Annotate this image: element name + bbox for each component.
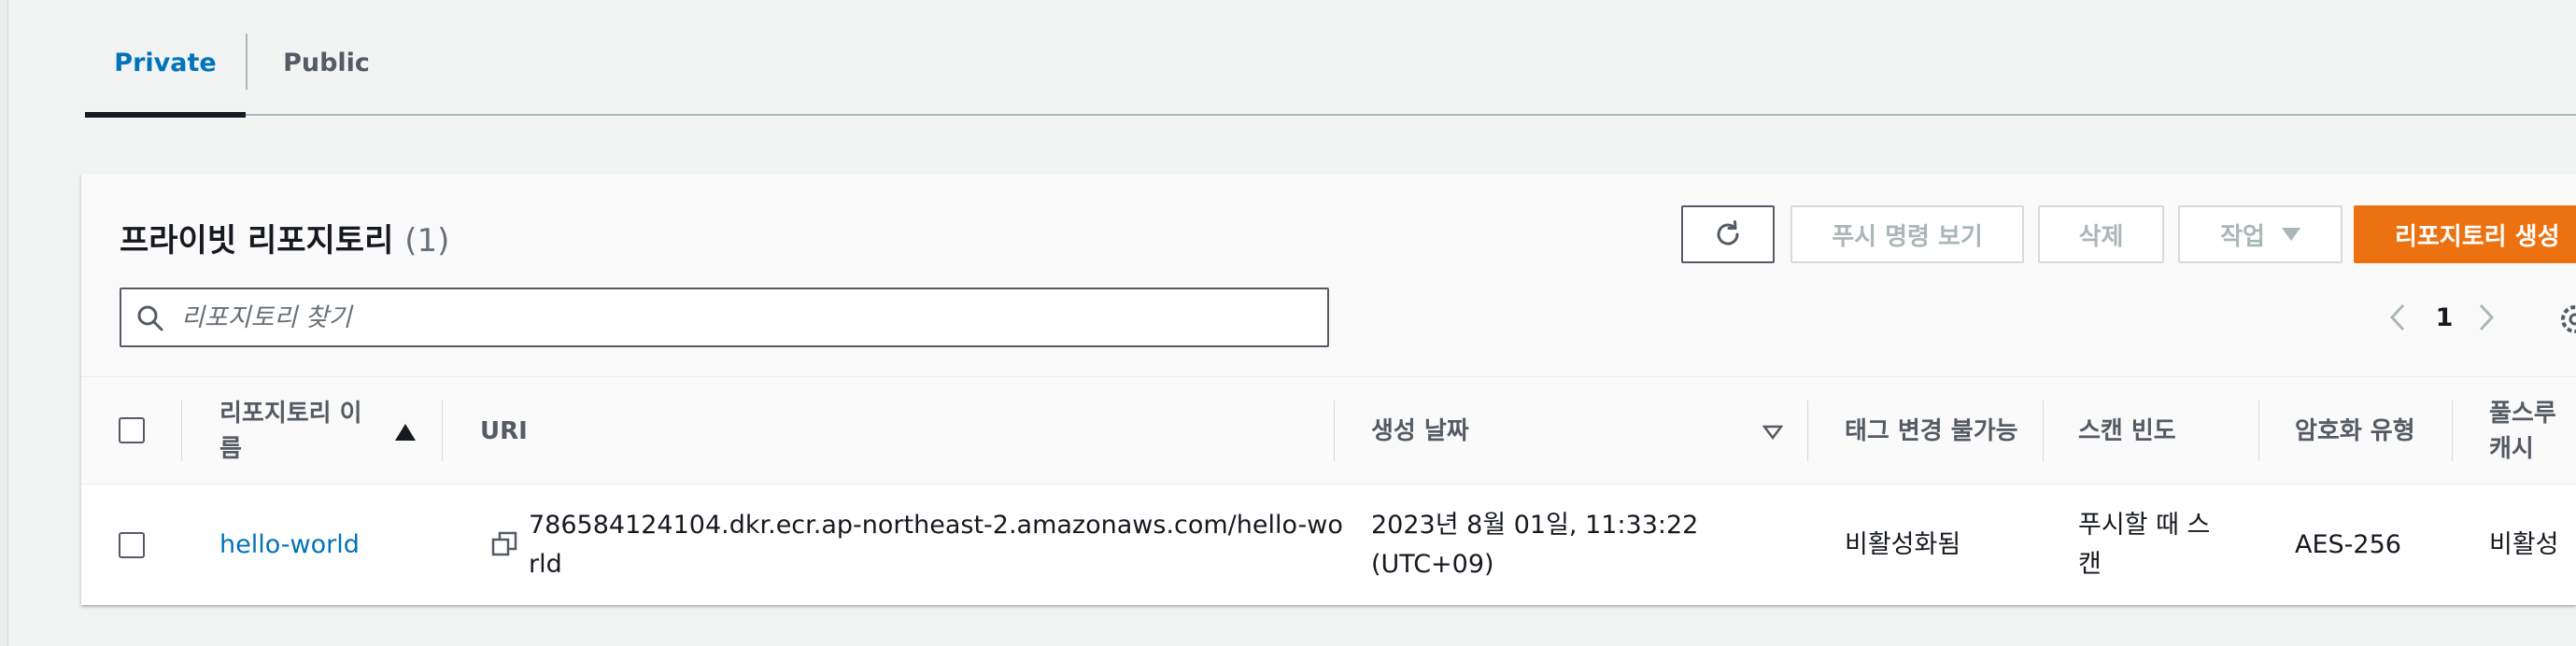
- sort-descending-icon[interactable]: [1762, 425, 1783, 440]
- actions-dropdown-button[interactable]: 작업: [2178, 205, 2342, 263]
- repository-count: (1): [404, 222, 450, 260]
- copy-icon[interactable]: [490, 530, 518, 558]
- actions-label: 작업: [2220, 222, 2265, 251]
- column-header-created[interactable]: 생성 날짜: [1371, 377, 1651, 484]
- row-checkbox[interactable]: [119, 532, 145, 558]
- tab-public[interactable]: Public: [246, 45, 407, 82]
- active-tab-indicator: [85, 112, 246, 118]
- chevron-right-icon: [2479, 303, 2495, 331]
- previous-page-button[interactable]: [2379, 288, 2416, 347]
- repository-name-link[interactable]: hello-world: [219, 485, 434, 605]
- panel-title-text: 프라이빗 리포지토리: [120, 222, 394, 260]
- column-header-name[interactable]: 리포지토리 이름: [219, 377, 369, 484]
- refresh-button[interactable]: [1681, 205, 1775, 263]
- column-separator: [1807, 400, 1808, 461]
- private-repositories-panel: 프라이빗 리포지토리 (1) 푸시 명령 보기 삭제 작업 리포지토리 생성 1: [81, 174, 2576, 605]
- search-icon: [137, 305, 163, 331]
- delete-button[interactable]: 삭제: [2038, 205, 2164, 263]
- created-date: 2023년 8월 01일, 11:33:22 (UTC+09): [1371, 511, 1699, 579]
- scan-frequency-value: 푸시할 때 스캔: [2078, 511, 2211, 579]
- gear-icon[interactable]: [2556, 301, 2576, 338]
- column-header-tag-immutability[interactable]: 태그 변경 불가능: [1845, 377, 2022, 484]
- table-header: 리포지토리 이름 URI 생성 날짜 태그 변경 불가능 스캔 빈도 암호화 유…: [81, 377, 2576, 484]
- current-page-number[interactable]: 1: [2426, 288, 2463, 347]
- create-repository-button[interactable]: 리포지토리 생성: [2354, 205, 2576, 263]
- column-header-encryption[interactable]: 암호화 유형: [2295, 377, 2416, 484]
- search-box[interactable]: [120, 288, 1329, 347]
- view-push-commands-button[interactable]: 푸시 명령 보기: [1790, 205, 2024, 263]
- column-header-scan-frequency[interactable]: 스캔 빈도: [2078, 377, 2237, 484]
- tab-private[interactable]: Private: [85, 45, 246, 82]
- select-all-checkbox[interactable]: [119, 417, 145, 443]
- refresh-icon: [1717, 220, 1739, 246]
- column-separator: [2452, 400, 2453, 461]
- column-separator: [181, 400, 182, 461]
- column-header-uri[interactable]: URI: [480, 377, 667, 484]
- panel-title: 프라이빗 리포지토리 (1): [120, 215, 449, 260]
- column-separator: [1334, 400, 1335, 461]
- column-separator: [2043, 400, 2044, 461]
- pull-through-cache-value: 비활성: [2489, 530, 2559, 559]
- search-input[interactable]: [181, 299, 1302, 336]
- column-header-pull-through-cache[interactable]: 풀스루 캐시: [2489, 377, 2576, 484]
- sort-ascending-icon[interactable]: [395, 424, 416, 441]
- next-page-button[interactable]: [2468, 288, 2505, 347]
- column-separator: [442, 400, 443, 461]
- table-row: hello-world 786584124104.dkr.ecr.ap-nort…: [81, 485, 2576, 605]
- encryption-value: AES-256: [2295, 530, 2401, 559]
- left-sidebar-edge: [0, 0, 8, 646]
- tag-immutability-value: 비활성화됨: [1845, 530, 1961, 559]
- chevron-left-icon: [2389, 303, 2405, 331]
- repository-uri: 786584124104.dkr.ecr.ap-northeast-2.amaz…: [529, 511, 1343, 579]
- caret-down-icon: [2281, 228, 2300, 241]
- repository-tabs: Private Public: [85, 0, 2576, 118]
- column-separator: [2258, 400, 2259, 461]
